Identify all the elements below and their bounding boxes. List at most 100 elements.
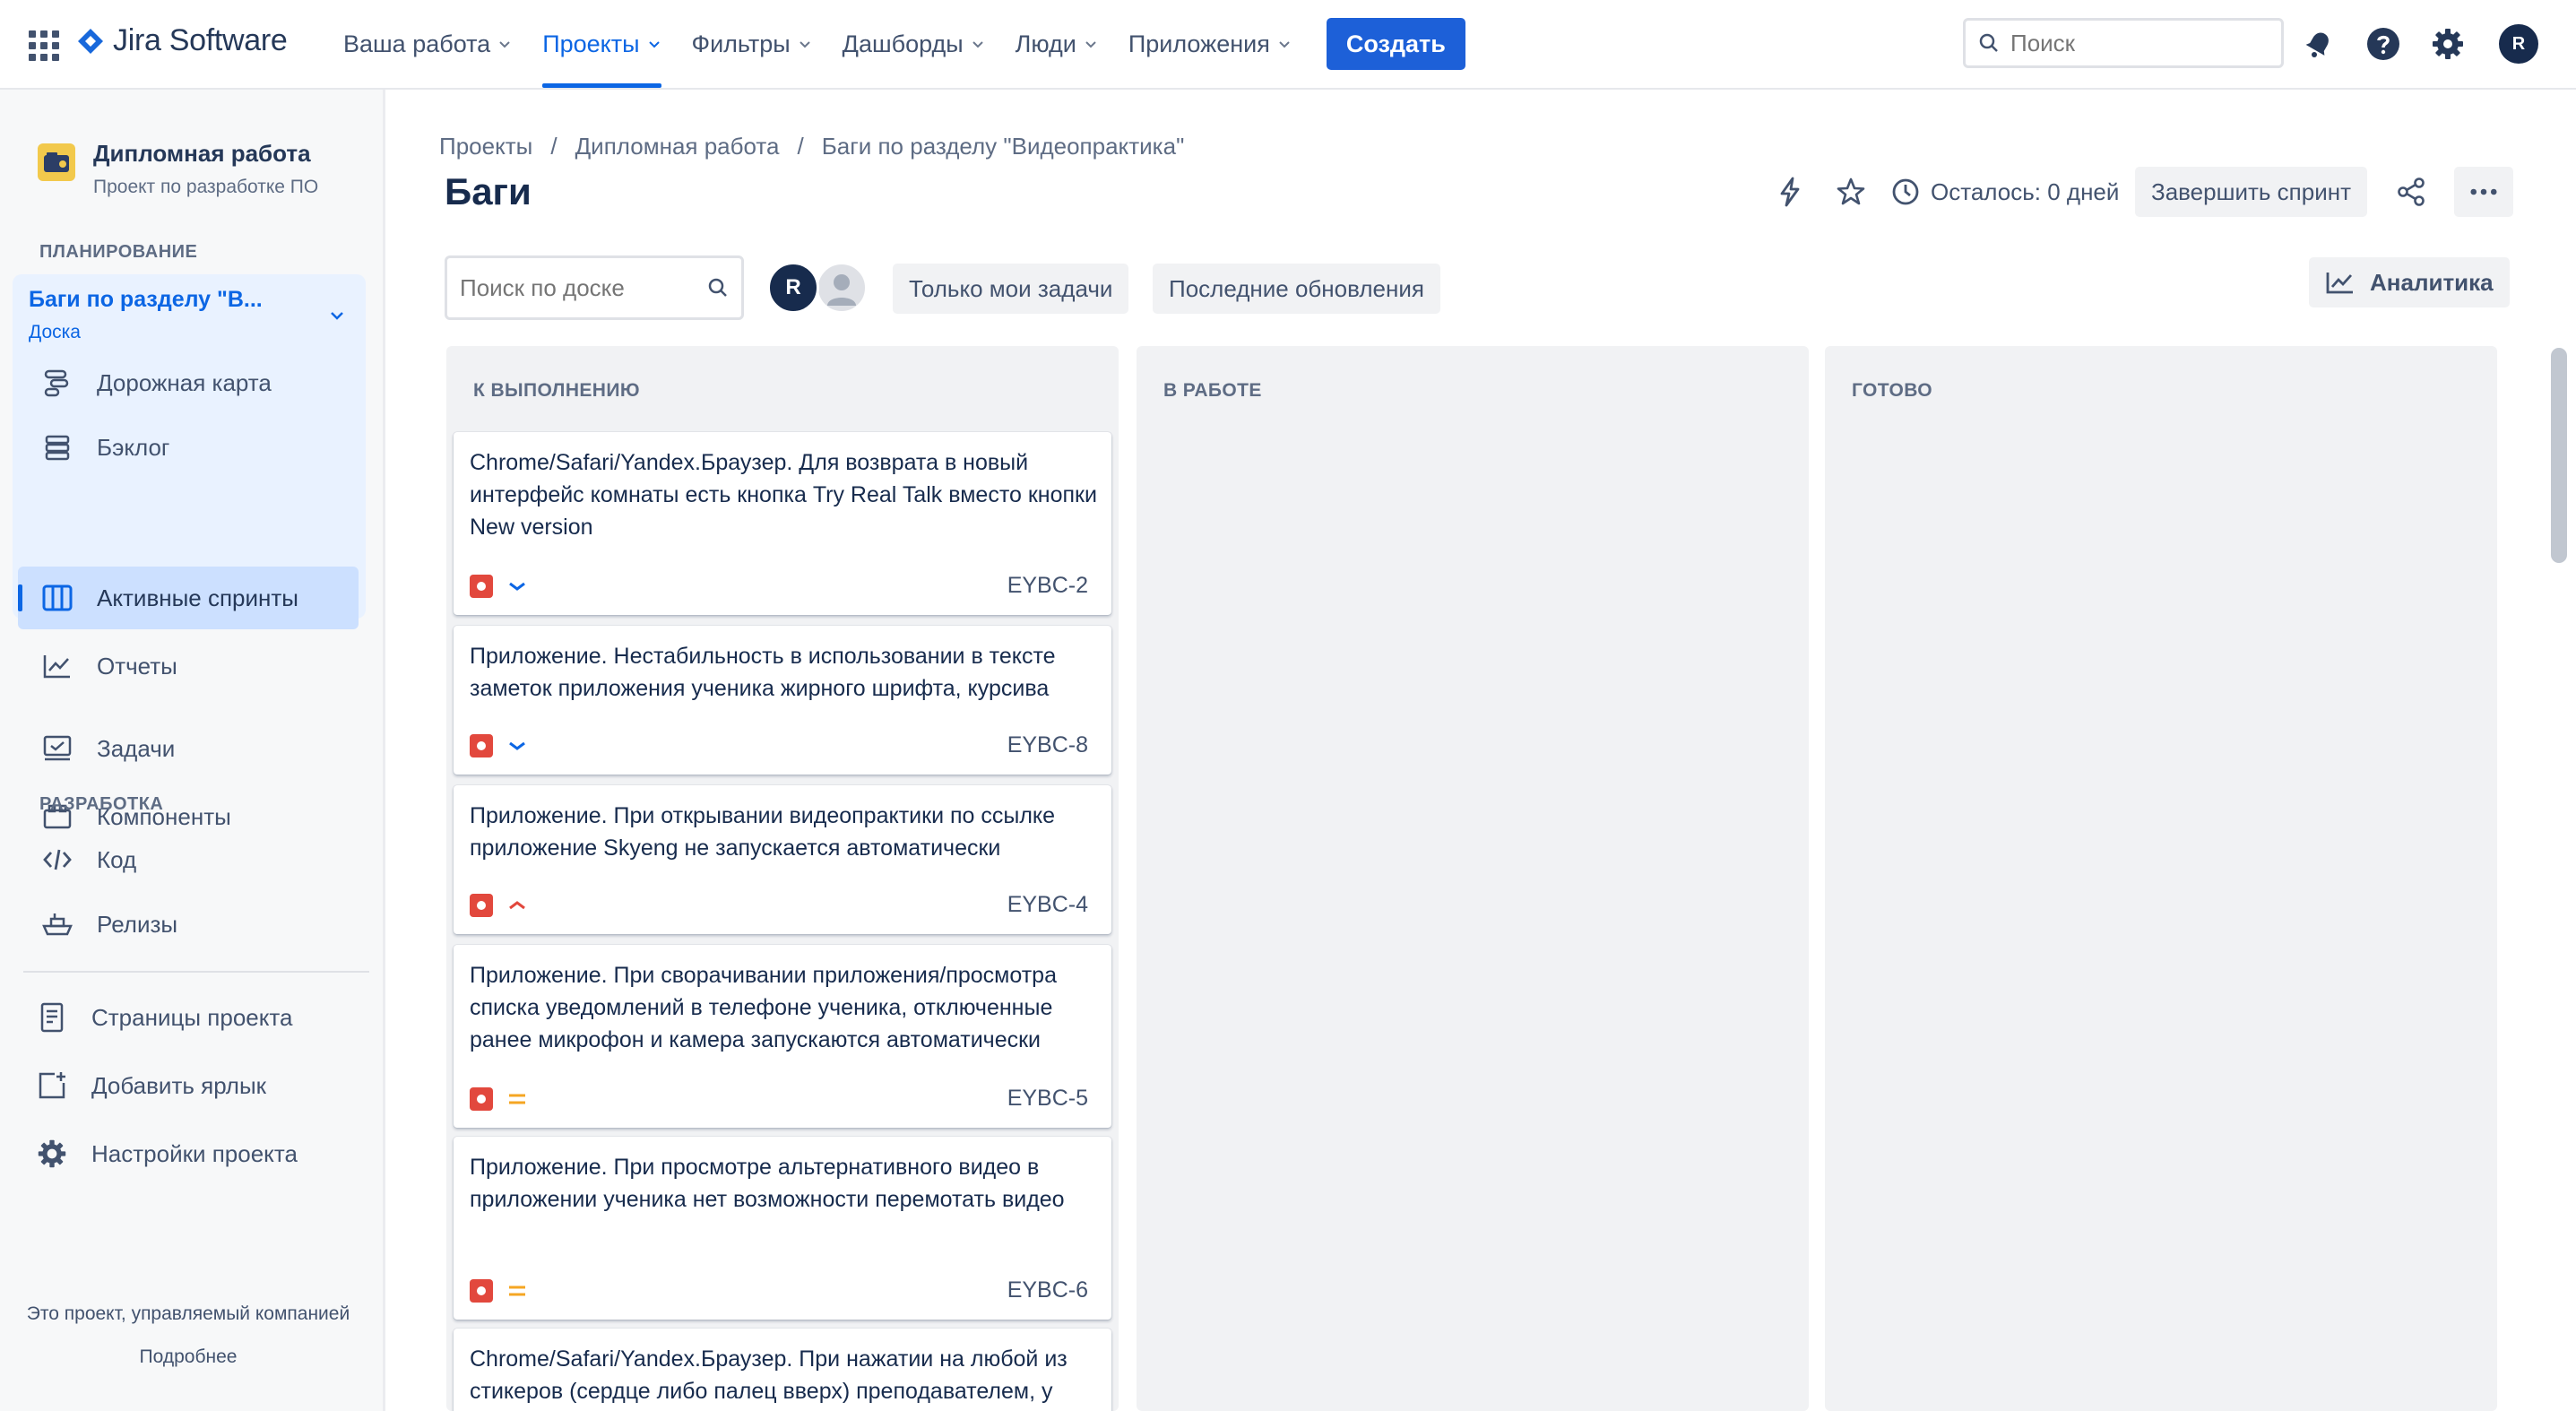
learn-more-link[interactable]: Подробнее [0,1346,376,1368]
chevron-down-icon [499,41,510,48]
notifications-icon[interactable] [2300,25,2338,63]
vertical-scrollbar[interactable] [2551,348,2567,563]
sidebar-item-label: Дорожная карта [97,368,272,396]
share-icon[interactable] [2395,167,2427,217]
project-name: Дипломная работа [93,140,311,167]
project-sidebar: Дипломная работа Проект по разработке ПО… [0,90,385,1411]
nav-label: Люди [1015,30,1076,57]
column-done: ГОТОВО [1825,346,2497,1411]
issue-key[interactable]: EYBC-6 [1007,1277,1088,1303]
sidebar-item-label: Бэклог [97,433,170,461]
sidebar-item-active-sprints[interactable]: Активные спринты [18,567,359,629]
sidebar-item-label: Код [97,845,137,873]
card-footer: EYBC-6 [470,1277,1088,1303]
sidebar-item-add-shortcut[interactable]: Добавить ярлык [13,1054,353,1117]
sidebar-item-reports[interactable]: Отчеты [18,635,359,697]
board-selector-title: Баги по разделу "В... [29,287,263,312]
analytics-label: Аналитика [2370,268,2494,296]
priority-low-icon [506,734,529,757]
breadcrumb-projects[interactable]: Проекты [439,133,532,160]
issue-card[interactable]: Приложение. При просмотре альтернативног… [454,1137,1111,1320]
issue-card[interactable]: Chrome/Safari/Yandex.Браузер. Для возвра… [454,432,1111,615]
issue-card[interactable]: Chrome/Safari/Yandex.Браузер. При нажати… [454,1329,1111,1411]
project-type: Проект по разработке ПО [93,177,319,197]
page-title: Баги [445,170,532,212]
automation-icon[interactable] [1775,167,1805,217]
bug-icon [470,733,493,757]
search-icon [1979,33,1998,52]
sidebar-item-releases[interactable]: Релизы [18,893,359,956]
jira-logo[interactable]: Jira Software [77,23,288,58]
chevron-down-icon [799,41,810,48]
search-icon [708,278,727,297]
search-input[interactable] [2010,29,2261,57]
column-in-progress: В РАБОТЕ [1137,346,1809,1411]
main-menu: Ваша работа Проекты Фильтры Дашборды Люд… [328,0,1465,88]
project-header[interactable]: Дипломная работа Проект по разработке ПО [38,136,318,198]
reports-icon [41,650,73,682]
sprint-time-left: Осталось: 0 дней [1891,167,2119,217]
issues-icon [41,732,73,765]
nav-projects[interactable]: Проекты [527,0,676,88]
issue-summary: Приложение. При сворачивании приложения/… [470,963,1057,1052]
user-avatar[interactable]: R [2499,24,2538,64]
breadcrumb-board[interactable]: Баги по разделу "Видеопрактика" [822,133,1185,160]
complete-sprint-wrapper: Завершить спринт [2135,167,2367,217]
issue-key[interactable]: EYBC-5 [1007,1086,1088,1112]
breadcrumb-project[interactable]: Дипломная работа [575,133,780,160]
nav-dashboards[interactable]: Дашборды [827,0,1000,88]
board-search-input[interactable] [460,273,693,302]
complete-sprint-button[interactable]: Завершить спринт [2135,167,2367,217]
global-search[interactable] [1963,18,2284,68]
issue-key[interactable]: EYBC-4 [1007,892,1088,918]
column-title: К ВЫПОЛНЕНИЮ [473,380,640,401]
analytics-button[interactable]: Аналитика [2309,257,2510,307]
priority-medium-icon [506,1279,529,1303]
chevron-down-icon [331,312,343,320]
board-icon [41,582,73,614]
more-actions-icon[interactable] [2454,167,2513,217]
board-search[interactable] [445,255,744,320]
app-switcher-icon[interactable] [25,27,61,63]
create-button[interactable]: Создать [1326,18,1465,70]
sidebar-item-label: Добавить ярлык [91,1071,267,1099]
settings-icon [36,1138,68,1170]
settings-gear-icon[interactable] [2429,25,2467,63]
nav-label: Ваша работа [343,30,491,57]
column-title: В РАБОТЕ [1163,380,1262,401]
more-actions-wrapper [2454,167,2513,217]
sidebar-item-backlog[interactable]: Бэклог [18,416,359,479]
nav-your-work[interactable]: Ваша работа [328,0,527,88]
sidebar-item-project-settings[interactable]: Настройки проекта [13,1122,353,1185]
issue-card[interactable]: Приложение. При сворачивании приложения/… [454,945,1111,1128]
sidebar-item-project-pages[interactable]: Страницы проекта [13,986,353,1049]
sidebar-item-roadmap[interactable]: Дорожная карта [18,351,359,414]
issue-card[interactable]: Приложение. При открывании видеопрактики… [454,785,1111,934]
releases-icon [41,908,73,940]
help-icon[interactable] [2364,25,2402,63]
unassigned-avatar-icon[interactable] [816,262,868,314]
card-footer: EYBC-8 [470,732,1088,758]
board-selector[interactable]: Баги по разделу "В... Доска [29,287,351,343]
nav-filters[interactable]: Фильтры [677,0,827,88]
issue-card[interactable]: Приложение. Нестабильность в использован… [454,626,1111,775]
issue-key[interactable]: EYBC-2 [1007,573,1088,599]
sidebar-item-code[interactable]: Код [18,828,359,891]
planning-section-label: ПЛАНИРОВАНИЕ [39,242,198,262]
nav-apps[interactable]: Приложения [1113,0,1307,88]
bug-icon [470,1278,493,1303]
star-icon[interactable] [1836,167,1866,217]
chevron-down-icon [648,41,660,48]
nav-people[interactable]: Люди [1000,0,1113,88]
issue-summary: Приложение. При открывании видеопрактики… [470,803,1056,861]
chevron-down-icon [1279,41,1290,48]
roadmap-icon [41,367,73,399]
recently-updated-filter[interactable]: Последние обновления [1153,264,1440,314]
issue-key[interactable]: EYBC-8 [1007,732,1088,758]
only-my-issues-filter[interactable]: Только мои задачи [893,264,1129,314]
sidebar-item-label: Релизы [97,910,178,938]
assignee-avatar[interactable]: R [767,262,819,314]
nav-label: Фильтры [691,30,791,57]
sidebar-item-label: Страницы проекта [91,1003,293,1031]
sidebar-item-issues[interactable]: Задачи [18,717,359,780]
